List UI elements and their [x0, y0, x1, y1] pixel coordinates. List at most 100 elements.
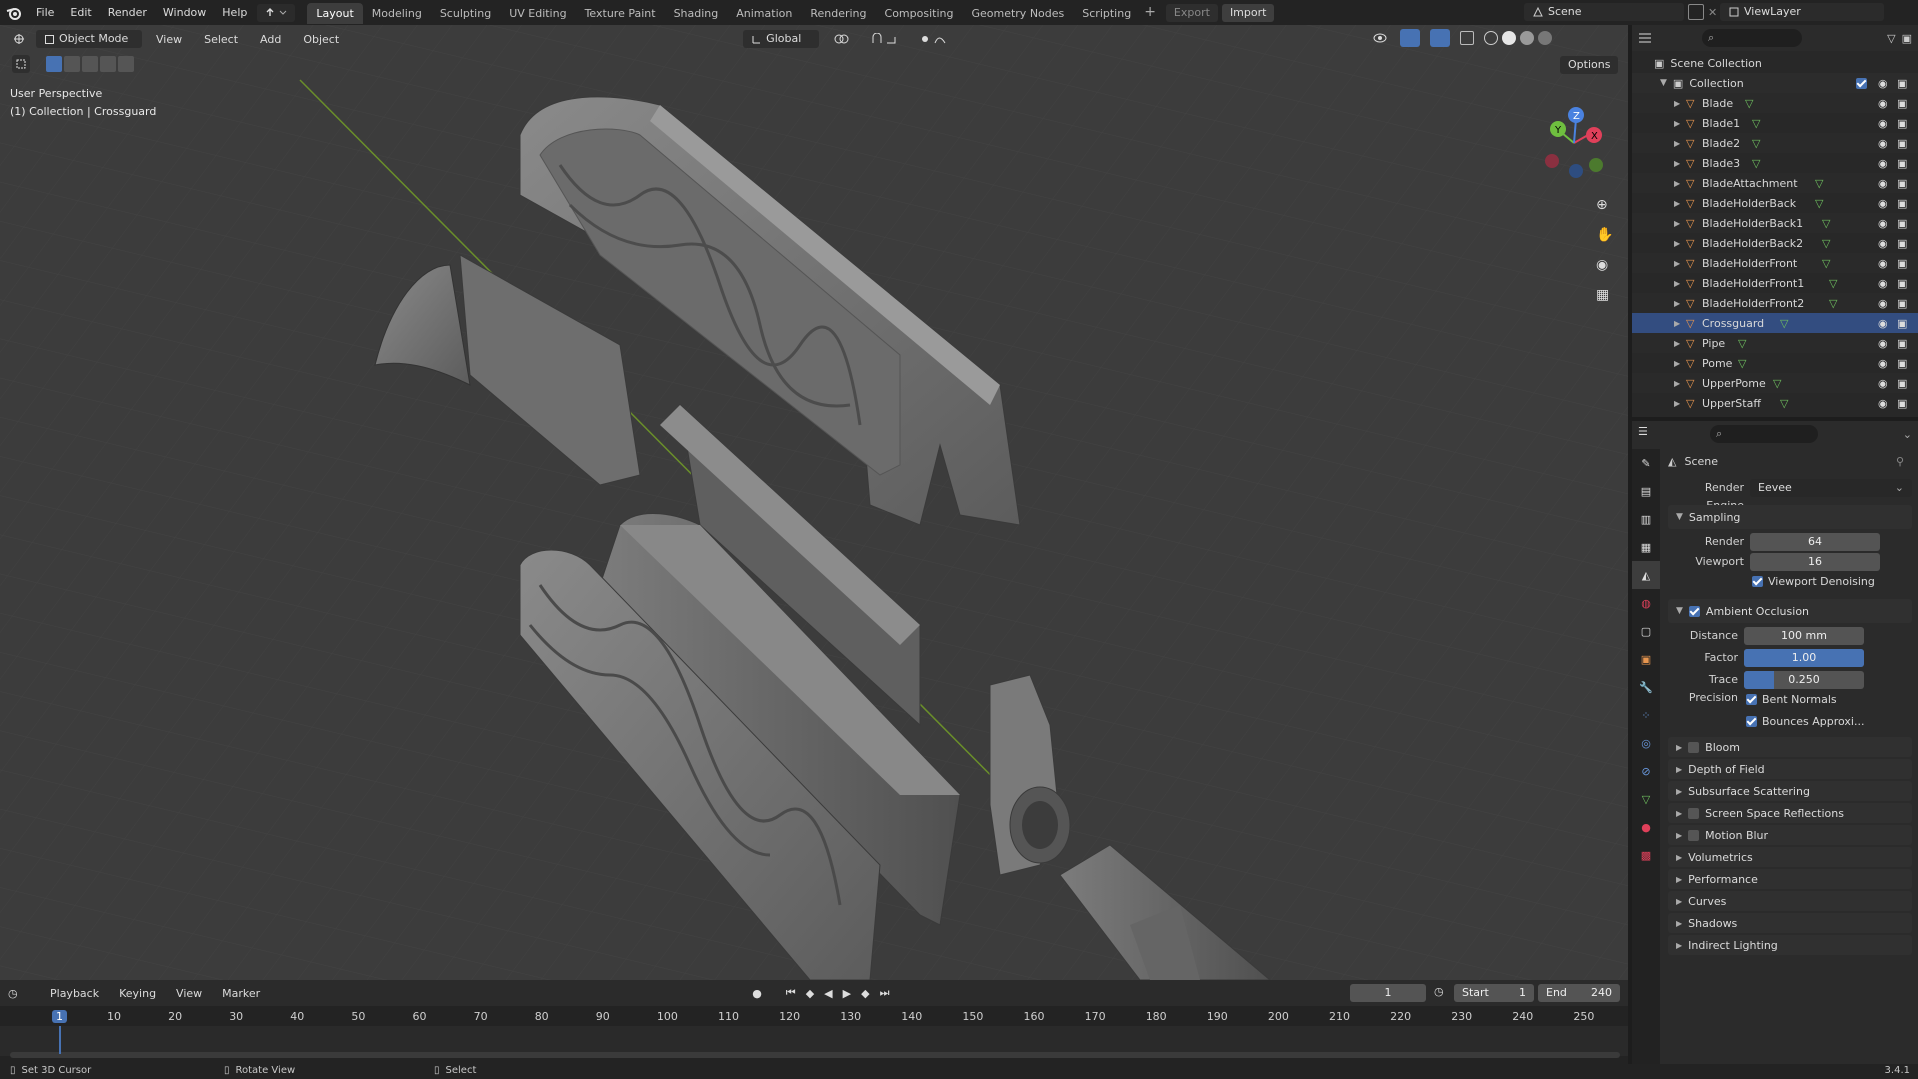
zoom-icon[interactable]: ⊕ [1596, 197, 1613, 213]
outliner-editor-type-icon[interactable] [1638, 29, 1664, 47]
outliner-item[interactable]: ▶ ▽ Pome ▽ ◉ ▣ [1632, 353, 1918, 373]
sampling-panel-header[interactable]: ▼ Sampling [1668, 505, 1912, 529]
render-tab-icon[interactable]: ▤ [1632, 477, 1660, 505]
visibility-eye-icon[interactable]: ◉ [1878, 137, 1888, 150]
panel-enable-checkbox[interactable] [1688, 741, 1700, 753]
export-button[interactable]: Export [1165, 3, 1218, 22]
panel-header[interactable]: ▶ Curves [1668, 891, 1912, 911]
mesh-data-icon[interactable]: ▽ [1829, 297, 1837, 310]
blender-logo-icon[interactable] [0, 0, 28, 25]
tab-uv-editing[interactable]: UV Editing [500, 3, 575, 24]
collection-exclude-checkbox[interactable] [1856, 77, 1867, 89]
clock-icon[interactable]: ◷ [1434, 985, 1444, 998]
render-camera-icon[interactable]: ▣ [1897, 97, 1907, 110]
mesh-data-icon[interactable]: ▽ [1822, 257, 1830, 270]
mesh-data-icon[interactable]: ▽ [1780, 317, 1788, 330]
record-icon[interactable]: ● [752, 987, 762, 1000]
visibility-eye-icon[interactable]: ◉ [1878, 397, 1888, 410]
panel-header[interactable]: ▶ Subsurface Scattering [1668, 781, 1912, 801]
mesh-data-icon[interactable]: ▽ [1822, 237, 1830, 250]
outliner-item[interactable]: ▶ ▽ Pipe ▽ ◉ ▣ [1632, 333, 1918, 353]
material-tab-icon[interactable]: ● [1632, 813, 1660, 841]
visibility-eye-icon[interactable]: ◉ [1878, 117, 1888, 130]
visibility-eye-icon[interactable]: ◉ [1878, 197, 1888, 210]
select-mode-subtract-icon[interactable] [82, 56, 98, 72]
collection-visibility-icon[interactable]: ◉ [1878, 77, 1888, 90]
menu-edit[interactable]: Edit [62, 0, 99, 25]
mode-selector[interactable]: Object Mode [36, 30, 142, 48]
viewport-scene[interactable] [0, 25, 1628, 980]
tool-tab-icon[interactable]: ✎ [1632, 449, 1660, 477]
outliner-item[interactable]: ▶ ▽ BladeHolderBack1 ▽ ◉ ▣ [1632, 213, 1918, 233]
jump-keyframe-forward-icon[interactable]: ◆ [861, 987, 869, 1000]
world-tab-icon[interactable]: ◍ [1632, 589, 1660, 617]
render-camera-icon[interactable]: ▣ [1897, 317, 1907, 330]
outliner-item[interactable]: ▶ ▽ BladeHolderFront ▽ ◉ ▣ [1632, 253, 1918, 273]
expand-arrow-icon[interactable]: ▶ [1674, 159, 1680, 168]
gizmo-toggle-icon[interactable] [1400, 29, 1420, 47]
end-frame-field[interactable]: End 240 [1538, 984, 1620, 1002]
timeline-scrollbar[interactable] [10, 1052, 1620, 1058]
tab-rendering[interactable]: Rendering [801, 3, 875, 24]
outliner-item[interactable]: ▶ ▽ Blade3 ▽ ◉ ▣ [1632, 153, 1918, 173]
mesh-data-icon[interactable]: ▽ [1822, 217, 1830, 230]
texture-tab-icon[interactable]: ▩ [1632, 841, 1660, 869]
visibility-eye-icon[interactable]: ◉ [1878, 377, 1888, 390]
outliner-item[interactable]: ▶ ▽ Blade1 ▽ ◉ ▣ [1632, 113, 1918, 133]
import-button[interactable]: Import [1221, 3, 1275, 22]
play-icon[interactable]: ▶ [843, 987, 851, 1000]
expand-arrow-icon[interactable]: ▶ [1674, 179, 1680, 188]
outliner-item[interactable]: ▶ ▽ BladeHolderBack2 ▽ ◉ ▣ [1632, 233, 1918, 253]
scene-selector[interactable]: Scene [1524, 3, 1684, 21]
render-camera-icon[interactable]: ▣ [1897, 217, 1907, 230]
viewport-denoising-checkbox[interactable] [1752, 576, 1763, 587]
playhead-line[interactable] [59, 1026, 61, 1054]
render-camera-icon[interactable]: ▣ [1897, 357, 1907, 370]
mesh-data-icon[interactable]: ▽ [1815, 197, 1823, 210]
visibility-eye-icon[interactable]: ◉ [1878, 217, 1888, 230]
add-workspace-button[interactable]: + [1140, 0, 1160, 25]
panel-header[interactable]: ▶ Screen Space Reflections [1668, 803, 1912, 823]
visibility-eye-icon[interactable]: ◉ [1878, 237, 1888, 250]
render-samples-field[interactable]: 64 [1750, 533, 1880, 551]
tab-sculpting[interactable]: Sculpting [431, 3, 500, 24]
data-tab-icon[interactable]: ▽ [1632, 785, 1660, 813]
proportional-edit-button[interactable] [911, 30, 957, 48]
mesh-data-icon[interactable]: ▽ [1829, 277, 1837, 290]
panel-header[interactable]: ▶ Bloom [1668, 737, 1912, 757]
expand-arrow-icon[interactable]: ▶ [1674, 199, 1680, 208]
visibility-eye-icon[interactable]: ◉ [1878, 317, 1888, 330]
viewlayer-selector[interactable]: ViewLayer [1720, 3, 1884, 21]
mesh-data-icon[interactable]: ▽ [1752, 117, 1760, 130]
mesh-data-icon[interactable]: ▽ [1815, 177, 1823, 190]
select-mode-new-icon[interactable] [46, 56, 62, 72]
tab-modeling[interactable]: Modeling [363, 3, 431, 24]
expand-arrow-icon[interactable]: ▶ [1674, 379, 1680, 388]
visibility-eye-icon[interactable]: ◉ [1878, 297, 1888, 310]
scene-tab-icon[interactable]: ◭ [1632, 561, 1660, 589]
bent-normals-checkbox[interactable] [1746, 694, 1757, 705]
ao-trace-slider[interactable]: 0.250 [1744, 671, 1864, 689]
outliner-search-input[interactable]: ⌕ [1702, 29, 1802, 47]
menu-window[interactable]: Window [155, 0, 214, 25]
visibility-icon[interactable] [1370, 29, 1390, 47]
outliner-item[interactable]: ▶ ▽ BladeAttachment ▽ ◉ ▣ [1632, 173, 1918, 193]
view-layer-tab-icon[interactable]: ▦ [1632, 533, 1660, 561]
new-scene-icon[interactable] [1688, 4, 1704, 20]
panel-header[interactable]: ▶ Performance [1668, 869, 1912, 889]
render-camera-icon[interactable]: ▣ [1897, 377, 1907, 390]
camera-view-icon[interactable]: ◉ [1596, 257, 1613, 273]
expand-arrow-icon[interactable]: ▶ [1674, 119, 1680, 128]
select-mode-extend-icon[interactable] [64, 56, 80, 72]
render-camera-icon[interactable]: ▣ [1897, 177, 1907, 190]
outliner-item[interactable]: ▶ ▽ BladeHolderBack ▽ ◉ ▣ [1632, 193, 1918, 213]
ao-panel-header[interactable]: ▼ Ambient Occlusion [1668, 599, 1912, 623]
mesh-data-icon[interactable]: ▽ [1745, 97, 1753, 110]
vp-menu-select[interactable]: Select [196, 27, 246, 52]
panel-header[interactable]: ▶ Depth of Field [1668, 759, 1912, 779]
filter-icon[interactable]: ▽ [1887, 32, 1895, 45]
tab-shading[interactable]: Shading [665, 3, 728, 24]
render-camera-icon[interactable]: ▣ [1897, 277, 1907, 290]
expand-arrow-icon[interactable]: ▼ [1660, 78, 1667, 88]
tab-geometry-nodes[interactable]: Geometry Nodes [962, 3, 1073, 24]
